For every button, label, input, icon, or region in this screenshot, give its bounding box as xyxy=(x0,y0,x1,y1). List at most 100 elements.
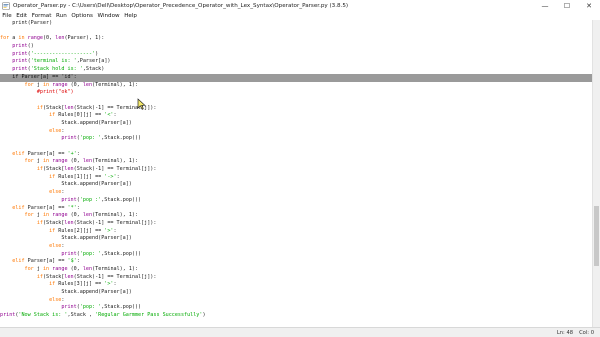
code-token: Rules[1][j] == xyxy=(55,173,105,180)
vertical-scrollbar[interactable] xyxy=(592,20,600,327)
code-token: j xyxy=(33,266,43,272)
code-line[interactable]: else: xyxy=(0,189,592,197)
code-line[interactable]: else: xyxy=(0,297,592,305)
code-line[interactable]: print('Now Stack is: ',Stack , 'Regular … xyxy=(0,312,592,320)
menu-options[interactable]: Options xyxy=(69,13,95,19)
code-line[interactable]: Stack.append(Parser[a]) xyxy=(0,120,592,128)
code-token: print xyxy=(12,43,28,50)
code-token: : xyxy=(61,242,65,249)
code-line[interactable]: Stack.append(Parser[a]) xyxy=(0,235,592,243)
code-token: : xyxy=(61,189,65,196)
code-line[interactable]: print('Stack hold is: ',Stack) xyxy=(0,66,592,74)
menu-format[interactable]: Format xyxy=(29,13,53,19)
code-line[interactable]: Stack.append(Parser[a]) xyxy=(0,181,592,189)
code-line[interactable]: if(Stack[len(Stack)-1] == Terminal[j]): xyxy=(0,220,592,228)
code-line[interactable]: else: xyxy=(0,243,592,251)
code-line[interactable]: else: xyxy=(0,128,592,136)
close-button[interactable]: ✕ xyxy=(578,0,600,11)
code-line[interactable]: elif Parser[a] == '$': xyxy=(0,258,592,266)
menu-file[interactable]: File xyxy=(0,13,14,19)
code-line[interactable]: for j in range (0, len(Terminal), 1): xyxy=(0,158,592,166)
code-token: range xyxy=(52,266,68,272)
code-line[interactable]: Stack.append(Parser[a]) xyxy=(0,289,592,297)
code-line[interactable]: if Rules[2][j] == '>': xyxy=(0,228,592,236)
code-line[interactable]: print('pop: ',Stack.pop()) xyxy=(0,304,592,312)
code-token: #print("ok") xyxy=(36,89,74,96)
code-line[interactable]: elif Parser[a] == '*': xyxy=(0,205,592,213)
code-token: len xyxy=(64,273,74,280)
code-token: for xyxy=(24,212,34,219)
code-token: ) xyxy=(202,312,206,319)
code-token: (Stack)-1] == Terminal[j]): xyxy=(73,166,157,173)
code-line[interactable]: for j in range (0, len(Terminal), 1): xyxy=(0,212,592,220)
minimize-button[interactable]: — xyxy=(534,0,556,11)
code-token: range xyxy=(52,81,68,88)
code-token: (Stack[ xyxy=(42,104,65,111)
title-bar: Operator_Parser.py - C:\Users\Dell\Deskt… xyxy=(0,0,600,11)
code-line[interactable]: #print("ok") xyxy=(0,89,592,97)
code-line[interactable]: if(Stack[len(Stack)-1] == Terminal[j]): xyxy=(0,105,592,113)
scrollbar-thumb[interactable] xyxy=(594,206,599,266)
code-line[interactable]: for j in range (0, len(Terminal), 1): xyxy=(0,82,592,90)
code-token: Parser[a] == xyxy=(24,204,68,211)
menu-window[interactable]: Window xyxy=(95,13,122,19)
code-token: print xyxy=(61,250,77,257)
code-text[interactable]: print(Parser) for a in range(0, len(Pars… xyxy=(0,20,592,320)
code-token: '$' xyxy=(67,258,77,265)
code-line[interactable]: if(Stack[len(Stack)-1] == Terminal[j]): xyxy=(0,166,592,174)
code-token: for xyxy=(24,81,34,88)
code-token: ,Parser[a]) xyxy=(76,58,111,65)
menu-help[interactable]: Help xyxy=(122,13,139,19)
code-line[interactable] xyxy=(0,28,592,36)
code-line[interactable]: print('pop: ',Stack.pop()) xyxy=(0,251,592,259)
code-line[interactable]: if Rules[3][j] == '>': xyxy=(0,281,592,289)
code-token: else xyxy=(49,296,62,303)
code-line[interactable]: if Rules[1][j] == '->': xyxy=(0,174,592,182)
code-line[interactable]: print('terminal is: ',Parser[a]) xyxy=(0,58,592,66)
menu-run[interactable]: Run xyxy=(54,13,69,19)
code-token: (Terminal), 1): xyxy=(92,81,139,88)
code-token: print xyxy=(12,58,28,65)
code-token: 'pop: ' xyxy=(79,135,102,142)
code-line[interactable]: elif Parser[a] == '+': xyxy=(0,151,592,159)
code-line[interactable]: for j in range (0, len(Terminal), 1): xyxy=(0,266,592,274)
code-line[interactable]: print(Parser) xyxy=(0,20,592,28)
code-token: ,Stack.pop()) xyxy=(101,250,142,257)
code-editor[interactable]: print(Parser) for a in range(0, len(Pars… xyxy=(0,20,592,327)
code-token: () xyxy=(27,43,34,50)
code-token: if Parser[a] == 'id': xyxy=(0,73,77,80)
code-line[interactable]: for a in range(0, len(Parser), 1): xyxy=(0,35,592,43)
code-line[interactable]: print('-------------------') xyxy=(0,51,592,59)
code-line[interactable]: if Rules[0][j] == '<': xyxy=(0,112,592,120)
code-line[interactable]: print('pop :',Stack.pop()) xyxy=(0,197,592,205)
code-token: ,Stack.pop()) xyxy=(101,196,142,203)
code-line[interactable] xyxy=(0,97,592,105)
maximize-button[interactable]: ☐ xyxy=(556,0,578,11)
code-token: 'Regular Garmmer Pass Successfully' xyxy=(95,312,203,319)
code-line-selected[interactable]: if Parser[a] == 'id': xyxy=(0,73,592,82)
code-token: 'pop: ' xyxy=(79,304,102,311)
code-token: ,Stack.pop()) xyxy=(101,135,142,142)
code-line[interactable]: if(Stack[len(Stack)-1] == Terminal[j]): xyxy=(0,274,592,282)
code-line[interactable]: print() xyxy=(0,43,592,51)
code-token: (Stack[ xyxy=(42,219,65,226)
code-token: (0, xyxy=(67,158,83,165)
menu-edit[interactable]: Edit xyxy=(14,13,29,19)
code-token: (Stack)-1] == Terminal[j]): xyxy=(73,219,157,226)
code-line[interactable] xyxy=(0,143,592,151)
code-token: for xyxy=(0,35,10,42)
code-line[interactable]: print('pop: ',Stack.pop()) xyxy=(0,135,592,143)
code-token: (Stack)-1] == Terminal[j]): xyxy=(73,273,157,280)
code-token: else xyxy=(49,189,62,196)
